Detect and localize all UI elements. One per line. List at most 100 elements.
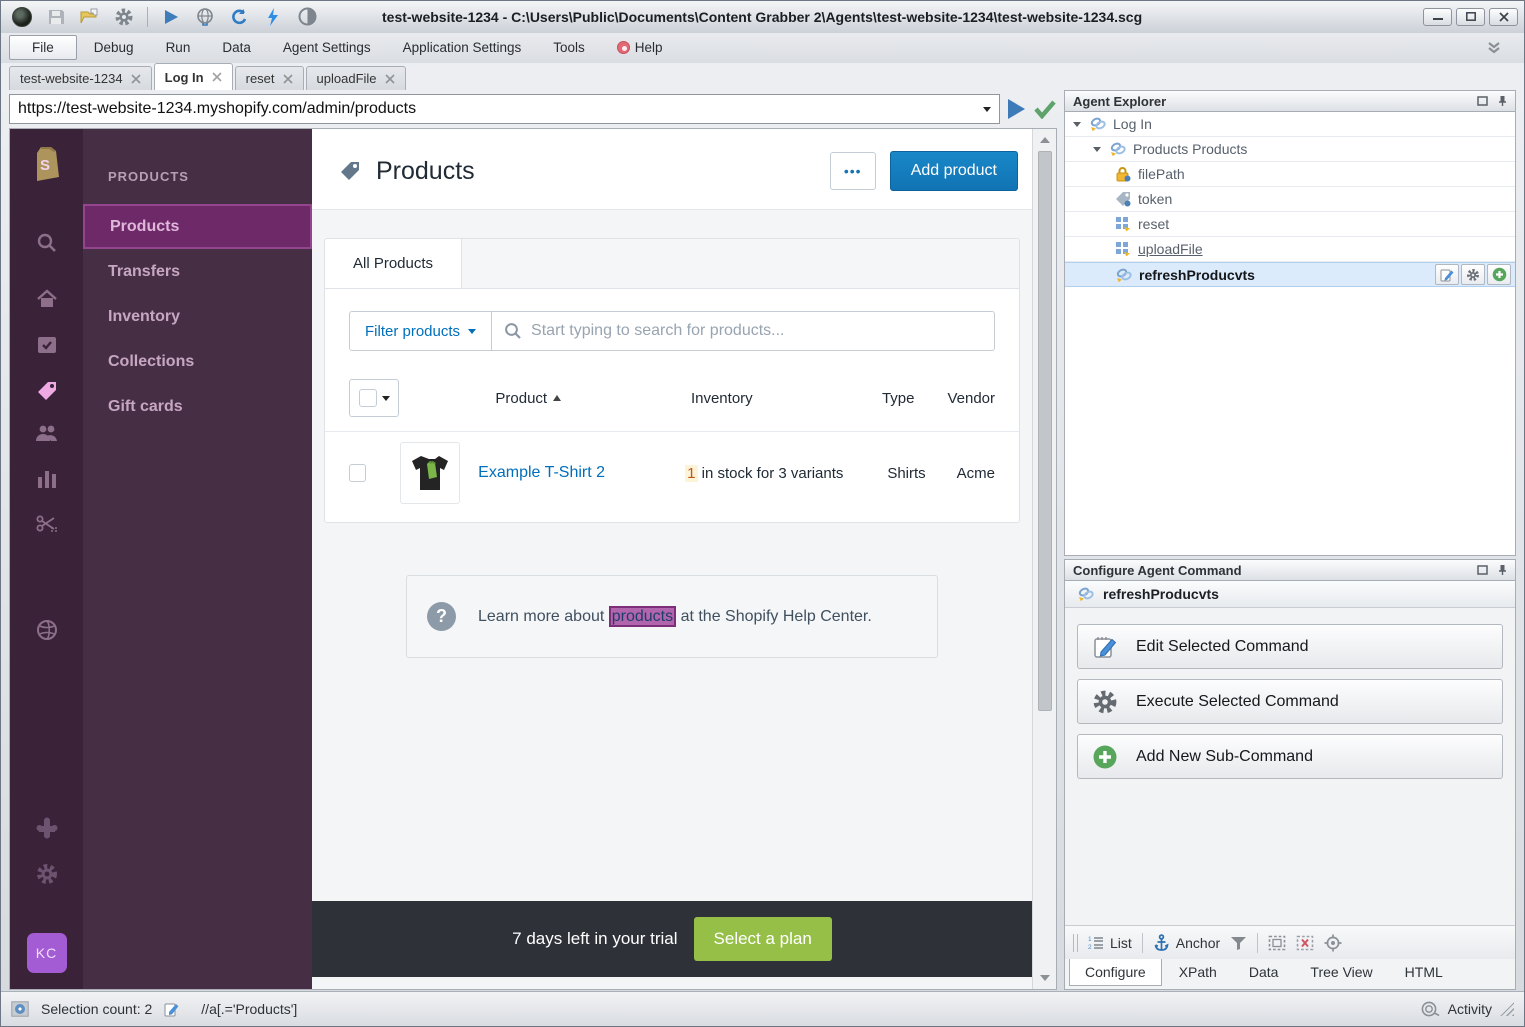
discounts-icon[interactable] (35, 513, 59, 535)
locate-target-icon[interactable] (1324, 934, 1342, 952)
maximize-panel-icon[interactable] (1477, 565, 1488, 575)
tree-item-token[interactable]: token (1065, 187, 1515, 212)
settings-gear-button[interactable] (109, 5, 139, 29)
scroll-down-icon[interactable] (1040, 975, 1050, 981)
pin-panel-icon[interactable] (1498, 564, 1507, 576)
maximize-panel-icon[interactable] (1477, 96, 1488, 106)
close-tab-icon[interactable] (283, 74, 293, 84)
products-help-link[interactable]: products (609, 606, 676, 627)
select-plan-button[interactable]: Select a plan (694, 917, 832, 961)
column-vendor[interactable]: Vendor (947, 390, 995, 407)
filter-products-button[interactable]: Filter products (349, 311, 492, 351)
menu-debug[interactable]: Debug (79, 36, 149, 59)
shopify-logo[interactable]: S (29, 143, 65, 183)
edit-xpath-icon[interactable] (164, 1001, 181, 1017)
tab-reset[interactable]: reset (235, 66, 304, 90)
contrast-button[interactable] (292, 5, 322, 29)
home-icon[interactable] (36, 289, 58, 309)
resize-grip[interactable] (1500, 1002, 1514, 1016)
scrollbar-thumb[interactable] (1038, 151, 1052, 711)
add-command-icon[interactable] (1487, 264, 1511, 285)
sidebar-item-gift-cards[interactable]: Gift cards (83, 384, 312, 429)
sidebar-item-transfers[interactable]: Transfers (83, 249, 312, 294)
refresh-button[interactable] (224, 5, 254, 29)
list-button[interactable]: 12 List (1088, 935, 1132, 951)
tree-item-products-products[interactable]: Products Products (1065, 137, 1515, 162)
execute-selected-command-button[interactable]: Execute Selected Command (1077, 679, 1503, 724)
url-history-dropdown-icon[interactable] (983, 107, 991, 112)
chevron-down-icon[interactable] (382, 396, 390, 401)
tab-log-in[interactable]: Log In (154, 63, 233, 90)
app-menu-button[interactable] (7, 5, 37, 29)
analytics-icon[interactable] (36, 469, 58, 489)
browse-globe-button[interactable] (190, 5, 220, 29)
run-button[interactable] (156, 5, 186, 29)
filter-funnel-icon[interactable] (1230, 935, 1247, 951)
search-icon[interactable] (36, 232, 58, 254)
confirm-check-button[interactable] (1033, 99, 1057, 119)
tab-tree-view[interactable]: Tree View (1295, 959, 1387, 985)
close-tab-icon[interactable] (385, 74, 395, 84)
column-type[interactable]: Type (882, 390, 947, 407)
online-store-globe-icon[interactable] (35, 618, 59, 642)
more-actions-button[interactable]: ••• (830, 152, 876, 190)
save-button[interactable] (41, 5, 71, 29)
close-button[interactable] (1489, 8, 1518, 26)
menu-tools[interactable]: Tools (538, 36, 600, 59)
scroll-up-icon[interactable] (1040, 137, 1050, 143)
add-new-sub-command-button[interactable]: Add New Sub-Command (1077, 734, 1503, 779)
table-row[interactable]: Example T-Shirt 2 1 in stock for 3 varia… (325, 431, 1019, 522)
tab-data[interactable]: Data (1234, 959, 1294, 985)
tree-item-reset[interactable]: reset (1065, 212, 1515, 237)
select-region-icon[interactable] (1268, 935, 1286, 951)
add-product-button[interactable]: Add product (890, 151, 1018, 191)
lightning-button[interactable] (258, 5, 288, 29)
menu-file[interactable]: File (9, 35, 77, 60)
browser-scrollbar[interactable] (1032, 129, 1056, 989)
url-input[interactable] (18, 100, 983, 118)
column-inventory[interactable]: Inventory (691, 390, 882, 407)
remove-selection-icon[interactable] (1296, 935, 1314, 951)
tab-xpath[interactable]: XPath (1164, 959, 1232, 985)
tab-test-website-1234[interactable]: test-website-1234 (9, 66, 152, 90)
pin-panel-icon[interactable] (1498, 95, 1507, 107)
close-tab-icon[interactable] (131, 74, 141, 84)
edit-command-icon[interactable] (1435, 264, 1459, 285)
column-product[interactable]: Product (495, 390, 691, 407)
sidebar-item-products[interactable]: Products (83, 204, 312, 249)
navigate-go-button[interactable] (1008, 99, 1025, 119)
settings-icon[interactable] (35, 862, 59, 886)
close-tab-icon[interactable] (212, 72, 222, 82)
avatar[interactable]: KC (27, 933, 67, 973)
menu-application-settings[interactable]: Application Settings (388, 36, 537, 59)
select-all-checkbox[interactable] (359, 389, 377, 407)
product-search-input[interactable] (531, 322, 982, 340)
sidebar-item-inventory[interactable]: Inventory (83, 294, 312, 339)
menu-help[interactable]: Help (602, 36, 678, 59)
tree-item-log-in[interactable]: Log In (1065, 112, 1515, 137)
apps-puzzle-icon[interactable] (35, 816, 59, 840)
product-link[interactable]: Example T-Shirt 2 (478, 464, 685, 482)
tree-item-refreshproducvts[interactable]: refreshProducvts (1065, 262, 1515, 287)
maximize-button[interactable] (1456, 8, 1485, 26)
menu-data[interactable]: Data (207, 36, 266, 59)
ribbon-collapse-chevron-icon[interactable] (1486, 41, 1502, 55)
select-all-combo[interactable] (349, 379, 399, 417)
sidebar-item-collections[interactable]: Collections (83, 339, 312, 384)
minimize-button[interactable] (1423, 8, 1452, 26)
activity-label[interactable]: Activity (1448, 1001, 1492, 1017)
tab-html[interactable]: HTML (1390, 959, 1458, 985)
customers-icon[interactable] (35, 424, 59, 442)
tab-configure[interactable]: Configure (1069, 959, 1162, 986)
tree-item-filepath[interactable]: filePath (1065, 162, 1515, 187)
command-settings-icon[interactable] (1461, 264, 1485, 285)
edit-selected-command-button[interactable]: Edit Selected Command (1077, 624, 1503, 669)
anchor-button[interactable]: Anchor (1153, 934, 1220, 952)
expander-icon[interactable] (1093, 147, 1101, 152)
products-tag-icon[interactable] (35, 379, 59, 403)
open-agent-button[interactable] (75, 5, 105, 29)
tab-uploadfile[interactable]: uploadFile (306, 66, 406, 90)
row-checkbox[interactable] (349, 464, 366, 482)
orders-icon[interactable] (36, 334, 58, 356)
tree-item-uploadfile[interactable]: uploadFile (1065, 237, 1515, 262)
